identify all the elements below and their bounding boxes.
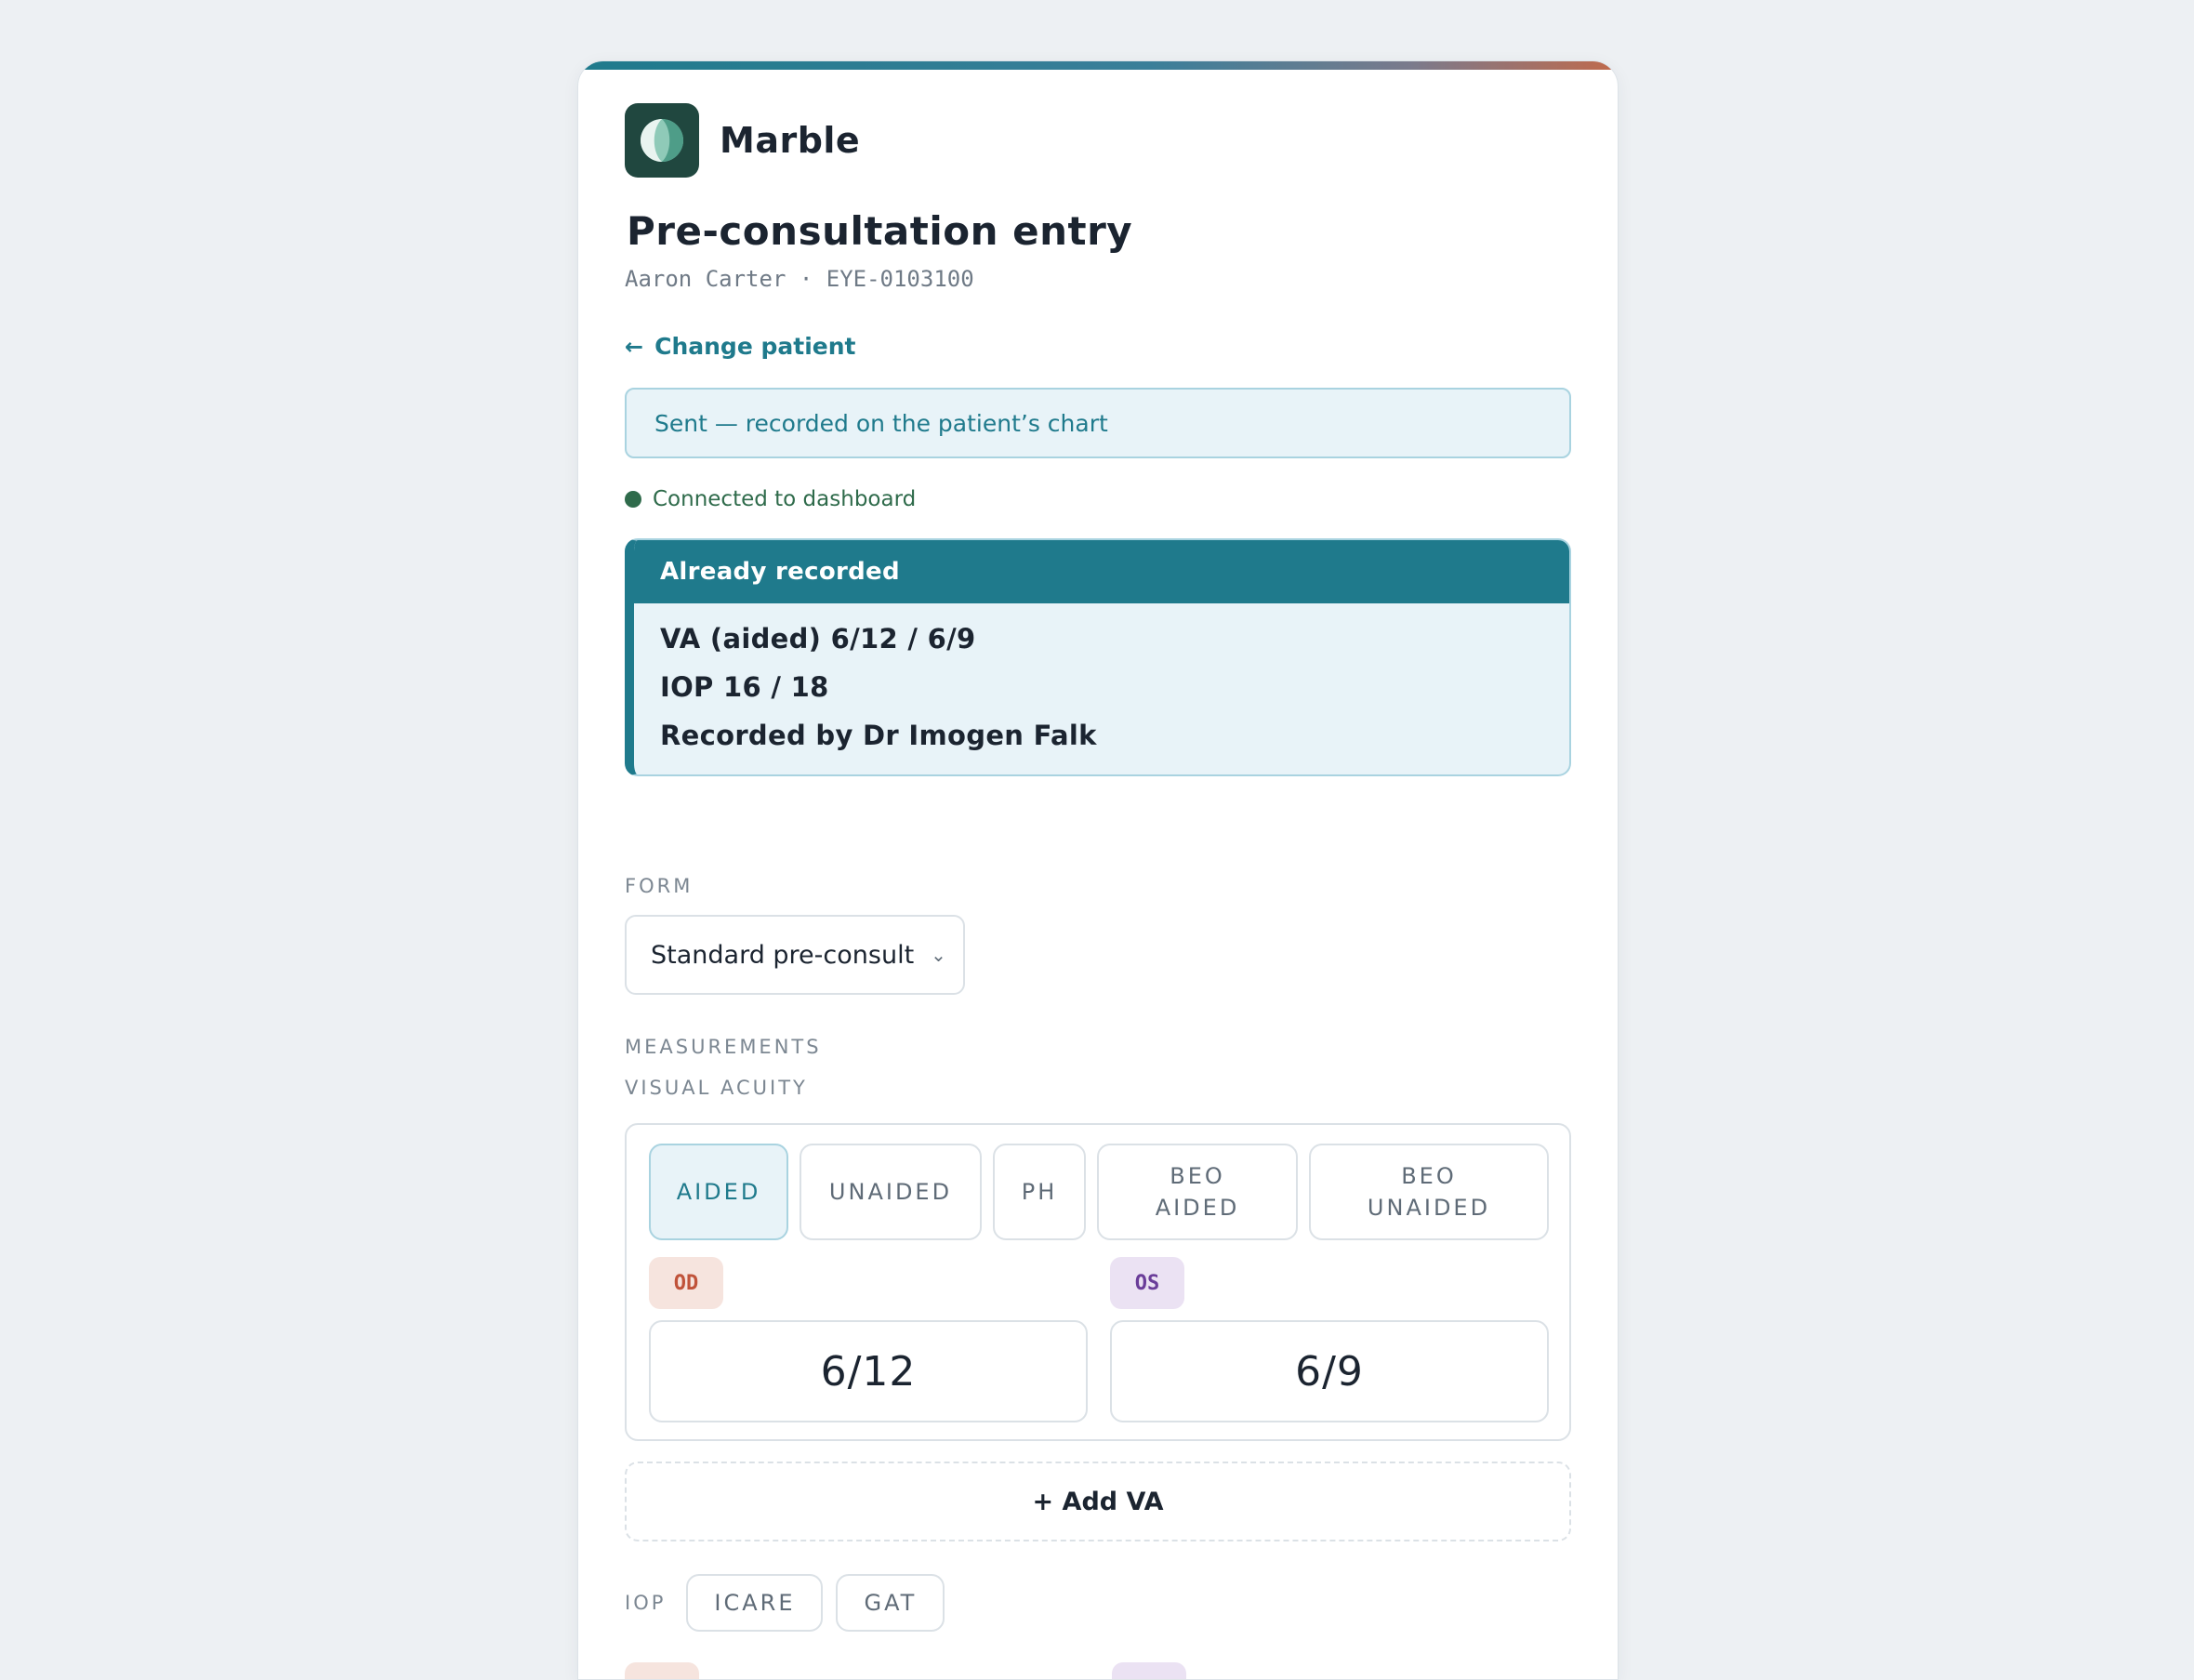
iop-row: IOP ICARE GAT — [625, 1574, 958, 1632]
va-tab-ph[interactable]: PH — [993, 1144, 1086, 1240]
os-badge: OS — [1110, 1257, 1184, 1309]
change-patient-link[interactable]: ← Change patient — [625, 333, 855, 360]
va-os-input[interactable]: 6/9 — [1110, 1320, 1549, 1422]
iop-os-badge: OS — [1112, 1662, 1186, 1679]
od-badge: OD — [649, 1257, 723, 1309]
iop-method-gat[interactable]: GAT — [836, 1574, 945, 1632]
brand: Marble — [625, 103, 860, 178]
connection-status: Connected to dashboard — [625, 487, 916, 511]
visual-acuity-panel: AIDED UNAIDED PH BEO AIDED BEO UNAIDED O… — [625, 1123, 1571, 1441]
page-title: Pre-consultation entry — [627, 208, 1133, 254]
iop-method-icare[interactable]: ICARE — [686, 1574, 824, 1632]
change-patient-label: Change patient — [654, 333, 856, 360]
recorded-line-by: Recorded by Dr Imogen Falk — [660, 720, 1097, 751]
iop-od-badge: OD — [625, 1662, 699, 1679]
form-select[interactable]: Standard pre-consult ⌄ — [625, 915, 965, 995]
entry-card: Marble Pre-consultation entry Aaron Cart… — [577, 60, 1619, 1680]
measurements-label: MEASUREMENTS — [625, 1036, 822, 1058]
brand-name: Marble — [720, 120, 861, 161]
va-tab-beo-unaided[interactable]: BEO UNAIDED — [1309, 1144, 1549, 1240]
visual-acuity-label: VISUAL ACUITY — [625, 1077, 808, 1099]
status-dot-icon — [625, 491, 641, 508]
form-label: FORM — [625, 875, 694, 897]
va-tab-unaided[interactable]: UNAIDED — [800, 1144, 982, 1240]
sent-banner: Sent — recorded on the patient’s chart — [625, 388, 1571, 458]
form-select-value: Standard pre-consult — [651, 940, 915, 970]
add-va-button[interactable]: + Add VA — [625, 1462, 1571, 1541]
patient-subtitle: Aaron Carter · EYE-0103100 — [625, 266, 974, 292]
already-recorded-heading: Already recorded — [634, 540, 1569, 603]
accent-bar — [578, 61, 1618, 70]
marble-logo-icon — [625, 103, 699, 178]
arrow-left-icon: ← — [625, 333, 644, 360]
connection-status-text: Connected to dashboard — [653, 487, 917, 511]
va-od-input[interactable]: 6/12 — [649, 1320, 1088, 1422]
recorded-line-iop: IOP 16 / 18 — [660, 671, 829, 703]
va-tab-aided[interactable]: AIDED — [649, 1144, 788, 1240]
recorded-line-va: VA (aided) 6/12 / 6/9 — [660, 623, 976, 655]
already-recorded-panel: Already recorded VA (aided) 6/12 / 6/9 I… — [625, 538, 1571, 776]
va-tab-beo-aided[interactable]: BEO AIDED — [1097, 1144, 1298, 1240]
iop-label: IOP — [625, 1592, 667, 1614]
chevron-down-icon: ⌄ — [931, 944, 946, 966]
